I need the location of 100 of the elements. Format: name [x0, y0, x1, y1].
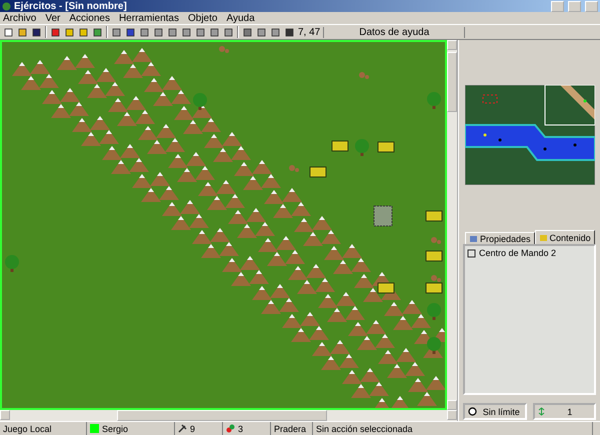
scrollbar-thumb[interactable] — [117, 410, 327, 421]
tank-icon[interactable] — [378, 282, 394, 294]
mountain-icon — [132, 48, 152, 62]
scrollbar-thumb[interactable] — [447, 52, 457, 112]
mountain-icon — [357, 336, 377, 350]
mountain-icon — [342, 370, 362, 384]
mountain-icon — [363, 288, 383, 302]
tank-icon[interactable] — [310, 166, 326, 178]
mountain-icon — [312, 216, 332, 230]
mountain-icon — [123, 64, 143, 78]
rock-icon — [431, 237, 441, 244]
list-item[interactable]: Centro de Mando 2 — [467, 248, 592, 258]
mountain-icon — [252, 286, 272, 300]
player-color-swatch — [90, 424, 99, 433]
mountain-icon — [402, 300, 422, 314]
mountain-icon — [108, 98, 128, 112]
tank-icon[interactable] — [332, 140, 348, 152]
menu-item[interactable]: Acciones — [69, 12, 110, 24]
mountain-icon — [96, 68, 116, 82]
panel-tab[interactable]: Contenido — [534, 230, 595, 244]
mountain-icon — [255, 222, 275, 236]
mountain-icon — [405, 362, 425, 376]
minimap-drawing[interactable] — [464, 85, 594, 185]
tools-count: 9 — [190, 424, 196, 434]
mountain-icon — [189, 214, 209, 228]
count-text: 1 — [566, 406, 574, 416]
tank-icon[interactable] — [426, 250, 442, 262]
player-name: Sergio — [102, 424, 128, 434]
mountain-icon — [336, 292, 356, 306]
mountain-icon — [105, 82, 125, 96]
mountain-icon — [351, 258, 371, 272]
resource-icon — [226, 424, 235, 433]
menu-item[interactable]: Archivo — [3, 12, 36, 24]
mountain-icon — [39, 74, 59, 88]
menu-item[interactable]: Ver — [45, 12, 60, 24]
mountain-icon — [417, 392, 437, 406]
mountain-icon — [225, 194, 245, 208]
mountain-icon — [207, 196, 227, 210]
mountain-icon — [162, 202, 182, 216]
mountain-icon — [303, 232, 323, 246]
mountain-icon — [141, 62, 161, 76]
mountain-icon — [174, 106, 194, 120]
mountain-icon — [234, 162, 254, 176]
mountain-icon — [354, 274, 374, 288]
mountain-icon — [102, 146, 122, 160]
action-text: Sin acción seleccionada — [316, 424, 413, 434]
mountain-icon — [222, 258, 242, 272]
mountain-icon — [132, 174, 152, 188]
mountain-icon — [195, 166, 215, 180]
terrain-text: Pradera — [274, 424, 306, 434]
mountain-icon — [291, 202, 311, 216]
mountain-icon — [387, 364, 407, 378]
panel-tab[interactable]: Propiedades — [465, 232, 535, 244]
mountain-icon — [291, 328, 311, 342]
menu-item[interactable]: Herramientas — [118, 12, 179, 24]
mountain-icon — [396, 348, 416, 362]
menu-item[interactable]: Objeto — [188, 12, 218, 24]
mountain-icon — [120, 144, 140, 158]
mountain-icon — [366, 320, 386, 334]
mountain-icon — [192, 230, 212, 244]
mountain-icon — [228, 210, 248, 224]
mountain-icon — [288, 266, 308, 280]
rock-icon — [219, 46, 229, 53]
mountain-icon — [231, 146, 251, 160]
mountain-icon — [186, 152, 206, 166]
mountain-icon — [180, 200, 200, 214]
mountain-icon — [171, 90, 191, 104]
mountain-icon — [153, 92, 173, 106]
mountain-icon — [21, 76, 41, 90]
mountain-icon — [240, 256, 260, 270]
mountain-icon — [351, 384, 371, 398]
mountain-icon — [345, 306, 365, 320]
mountain-icon — [231, 272, 251, 286]
mountain-icon — [81, 132, 101, 146]
mountain-icon — [198, 182, 218, 196]
mountain-icon — [219, 242, 239, 256]
mountain-icon — [72, 118, 92, 132]
rock-icon — [289, 165, 299, 172]
mountain-icon — [261, 300, 281, 314]
hammer-icon — [178, 424, 187, 433]
tank-icon[interactable] — [378, 142, 394, 152]
mountain-icon — [384, 302, 404, 316]
tank-icon[interactable] — [426, 210, 442, 222]
command-center-icon[interactable] — [374, 206, 392, 226]
mountain-icon — [252, 160, 272, 174]
mountain-icon — [279, 298, 299, 312]
mountain-icon — [339, 354, 359, 368]
mountain-icon — [393, 316, 413, 330]
mountain-icon — [210, 228, 230, 242]
mountain-icon — [246, 208, 266, 222]
mountain-icon — [111, 160, 131, 174]
mountain-icon — [426, 376, 445, 390]
mountain-icon — [204, 134, 224, 148]
mountain-icon — [315, 278, 335, 292]
mountain-icon — [129, 158, 149, 172]
mountain-icon — [126, 96, 146, 110]
tank-icon[interactable] — [426, 282, 442, 294]
menu-item[interactable]: Ayuda — [226, 12, 255, 24]
mountain-icon — [264, 190, 284, 204]
mountain-icon — [297, 280, 317, 294]
